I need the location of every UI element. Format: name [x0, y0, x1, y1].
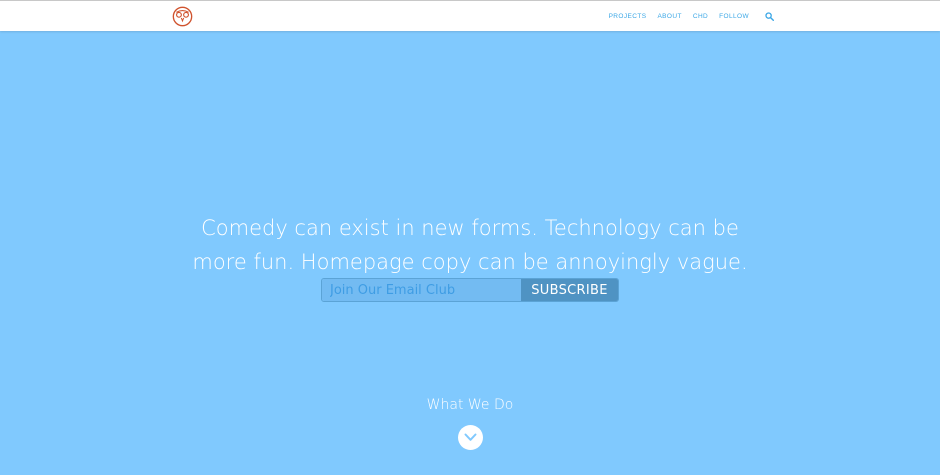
top-navigation-bar: PROJECTS ABOUT CHD FOLLOW: [0, 0, 940, 31]
subscribe-button[interactable]: SUBSCRIBE: [521, 279, 618, 301]
email-signup-form: SUBSCRIBE: [321, 278, 619, 302]
what-we-do-label: What We Do: [426, 397, 514, 413]
nav-link-about[interactable]: ABOUT: [657, 13, 681, 20]
hero-headline-line-1: Comedy can exist in new forms. Technolog…: [201, 216, 739, 241]
scroll-down-button[interactable]: [458, 425, 483, 450]
search-icon[interactable]: [765, 12, 774, 21]
chevron-down-icon: [464, 433, 477, 441]
nav-link-follow[interactable]: FOLLOW: [719, 13, 749, 20]
hero-headline-line-2: more fun. Homepage copy can be annoyingl…: [192, 250, 748, 275]
email-input[interactable]: [322, 279, 521, 301]
nav-link-projects[interactable]: PROJECTS: [609, 13, 647, 20]
nav-link-chd[interactable]: CHD: [693, 13, 708, 20]
hero-headline: Comedy can exist in new forms. Technolog…: [0, 211, 940, 279]
owl-logo-icon[interactable]: [172, 6, 193, 27]
main-nav: PROJECTS ABOUT CHD FOLLOW: [609, 1, 774, 32]
